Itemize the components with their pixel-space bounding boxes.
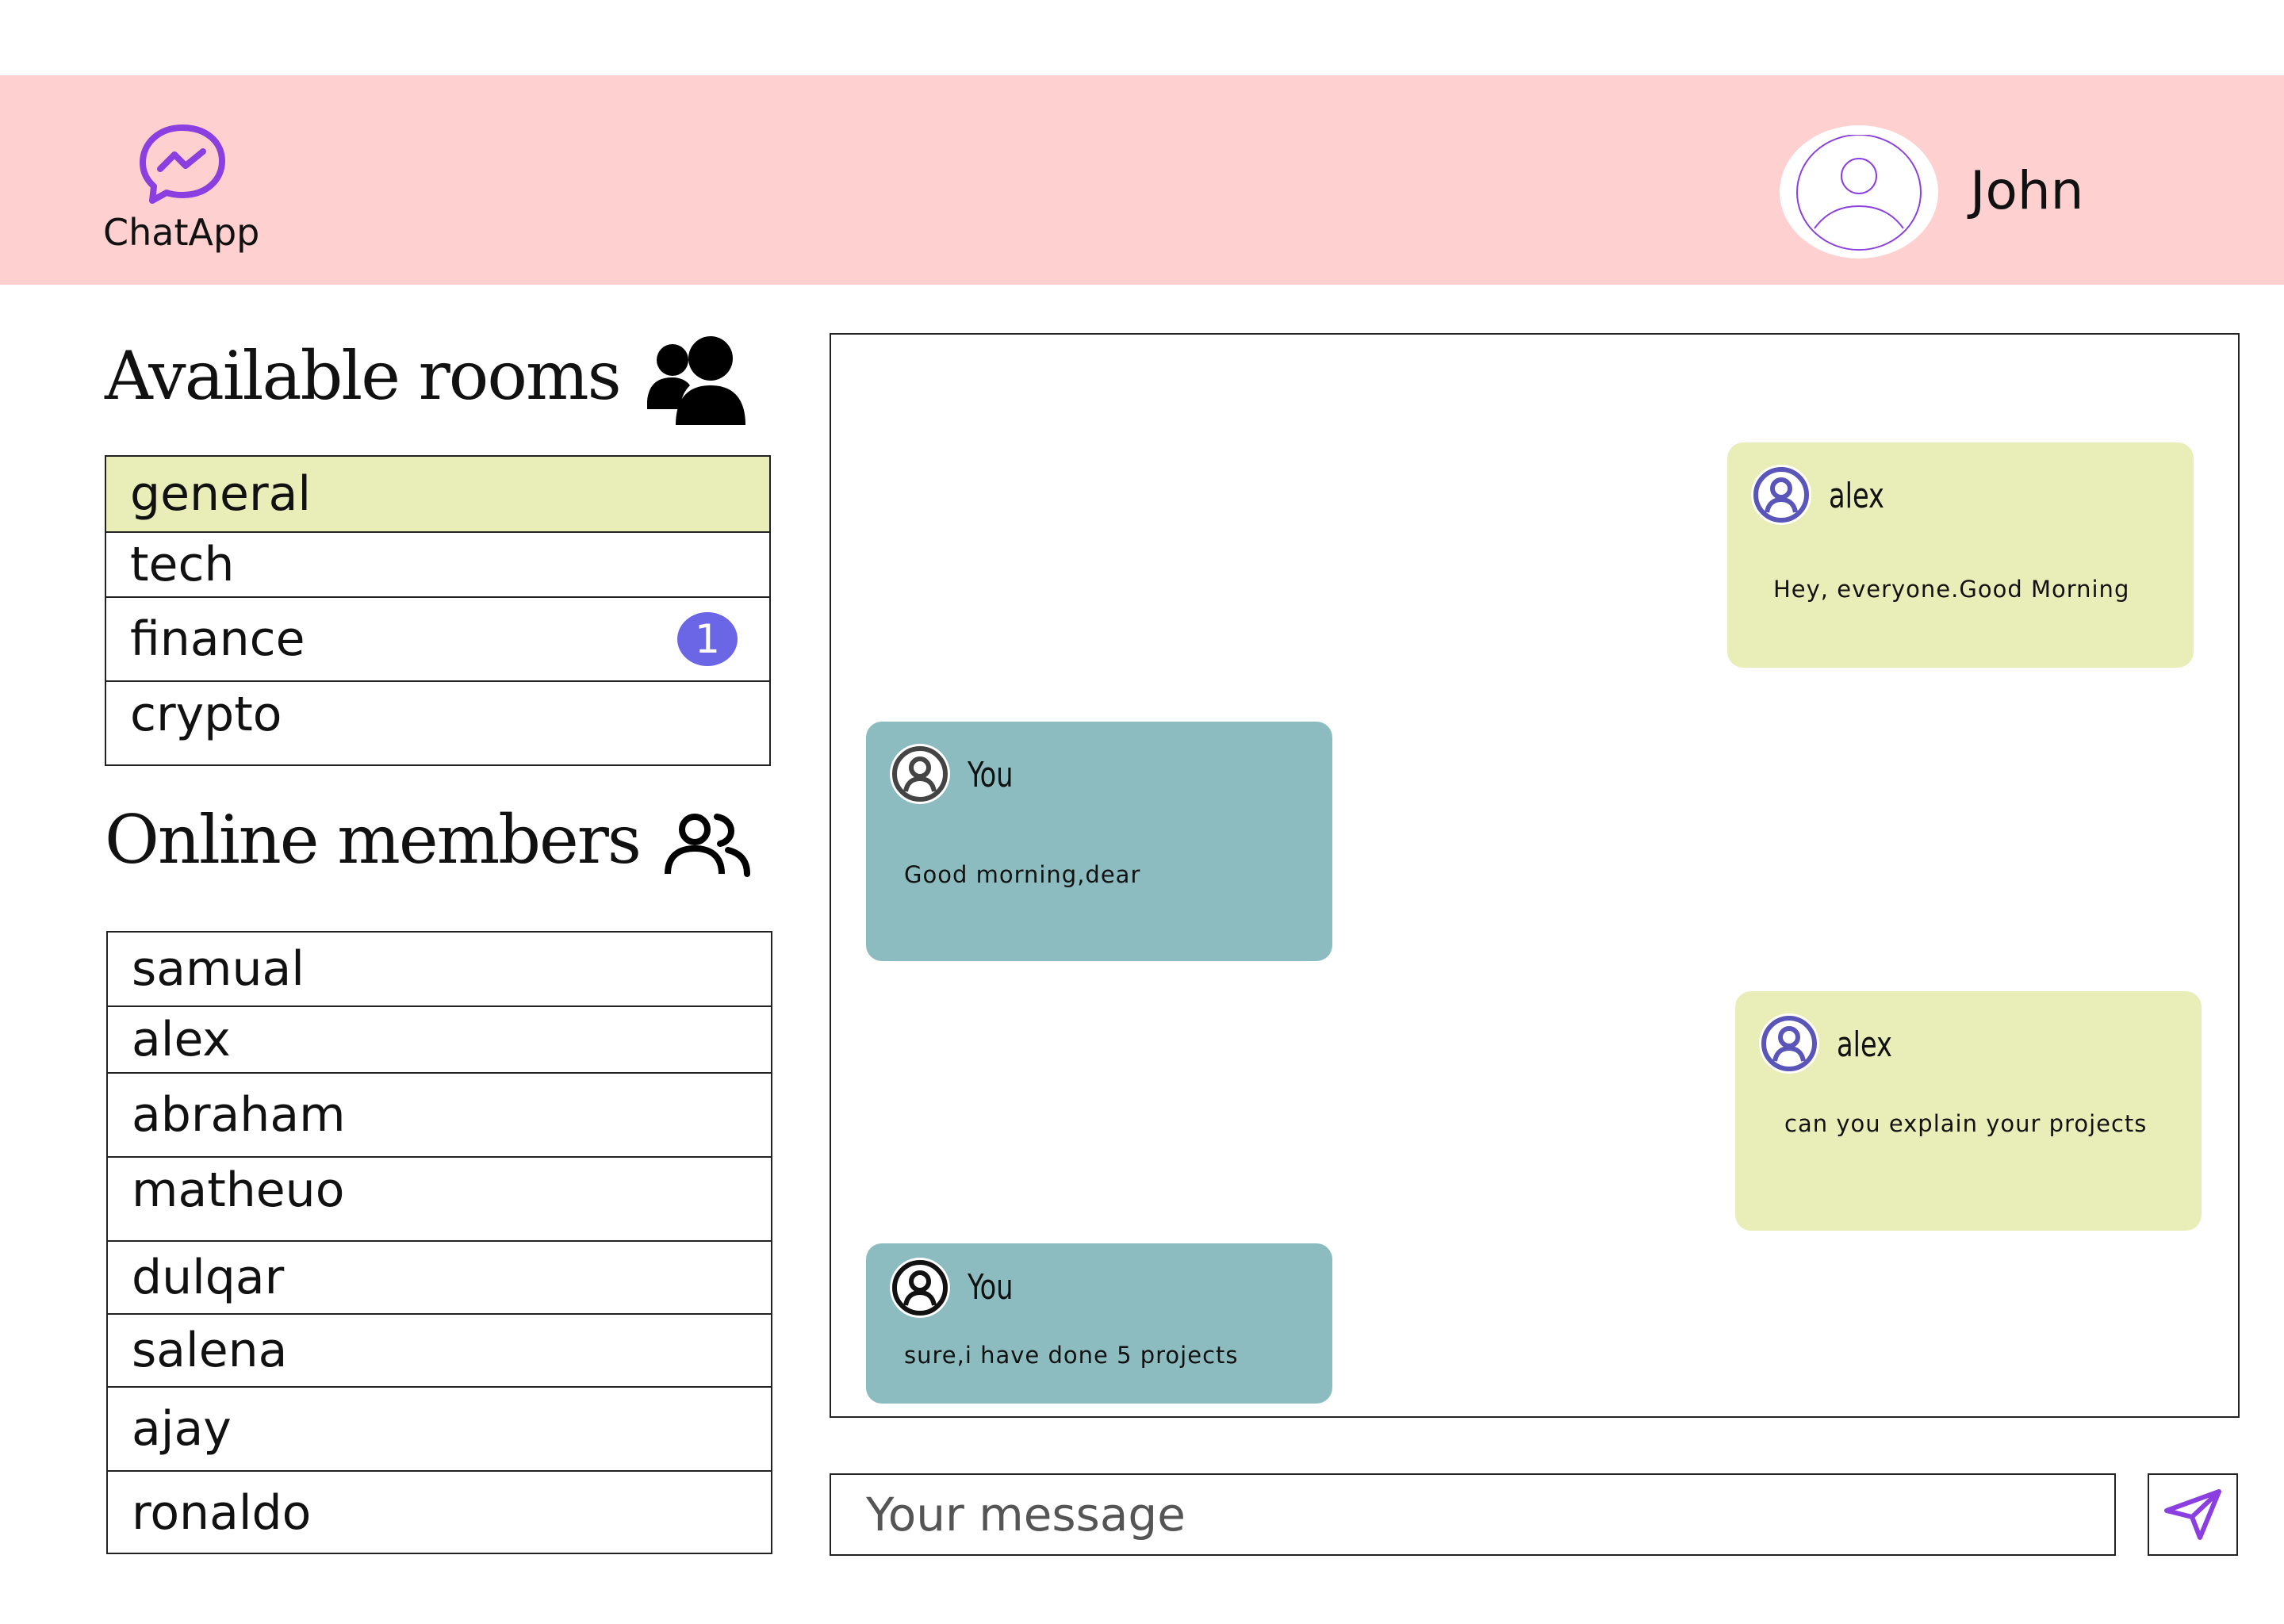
unread-badge: 1 <box>677 612 738 666</box>
room-label: crypto <box>130 687 282 742</box>
room-item-general[interactable]: general <box>106 457 769 533</box>
message-bubble: alex can you explain your projects <box>1735 991 2202 1231</box>
message-text: sure,i have done 5 projects <box>904 1342 1239 1369</box>
room-label: general <box>130 466 312 522</box>
member-list: samual alex abraham matheuo dulqar salen… <box>106 931 772 1554</box>
member-item[interactable]: matheuo <box>108 1158 771 1242</box>
message-input[interactable] <box>830 1473 2116 1556</box>
users-icon <box>665 810 750 880</box>
send-icon <box>2164 1489 2221 1540</box>
profile-icon <box>1751 465 1811 525</box>
app-name: ChatApp <box>103 211 260 254</box>
room-label: finance <box>130 611 305 667</box>
member-name: matheuo <box>132 1162 345 1218</box>
room-label: tech <box>130 537 235 592</box>
chat-panel: alex Hey, everyone.Good Morning You Good… <box>830 333 2240 1418</box>
message-sender: alex <box>1829 476 1884 516</box>
member-item[interactable]: dulqar <box>108 1242 771 1315</box>
member-name: abraham <box>132 1087 346 1143</box>
member-name: dulqar <box>132 1250 285 1305</box>
member-item[interactable]: samual <box>108 933 771 1007</box>
message-bubble: alex Hey, everyone.Good Morning <box>1727 442 2194 668</box>
message-bubble: You sure,i have done 5 projects <box>866 1243 1332 1404</box>
group-icon <box>644 333 752 431</box>
user-name: John <box>1970 160 2084 221</box>
messenger-logo-icon[interactable] <box>136 123 228 204</box>
message-bubble: You Good morning,dear <box>866 722 1332 961</box>
send-button[interactable] <box>2148 1473 2238 1556</box>
room-item-crypto[interactable]: crypto <box>106 682 769 766</box>
message-text: can you explain your projects <box>1784 1110 2148 1137</box>
members-title: Online members <box>105 801 642 879</box>
rooms-title: Available rooms <box>105 337 622 415</box>
message-sender: You <box>968 755 1014 795</box>
app-header <box>0 75 2284 285</box>
member-item[interactable]: alex <box>108 1007 771 1074</box>
profile-icon <box>890 744 950 804</box>
member-item[interactable]: ajay <box>108 1388 771 1472</box>
member-item[interactable]: salena <box>108 1315 771 1388</box>
member-name: samual <box>132 941 305 997</box>
member-name: salena <box>132 1323 288 1378</box>
member-name: ajay <box>132 1401 232 1457</box>
profile-icon <box>1759 1013 1819 1074</box>
profile-icon <box>890 1258 950 1318</box>
message-sender: You <box>968 1267 1014 1308</box>
member-name: ronaldo <box>132 1485 312 1541</box>
member-item[interactable]: abraham <box>108 1074 771 1158</box>
user-avatar[interactable] <box>1780 125 1938 259</box>
message-sender: alex <box>1837 1025 1892 1065</box>
member-item[interactable]: ronaldo <box>108 1472 771 1554</box>
room-item-finance[interactable]: finance 1 <box>106 598 769 682</box>
member-name: alex <box>132 1012 231 1067</box>
room-list: general tech finance 1 crypto <box>105 455 771 766</box>
message-text: Good morning,dear <box>904 861 1141 888</box>
message-text: Hey, everyone.Good Morning <box>1773 576 2130 603</box>
room-item-tech[interactable]: tech <box>106 533 769 598</box>
